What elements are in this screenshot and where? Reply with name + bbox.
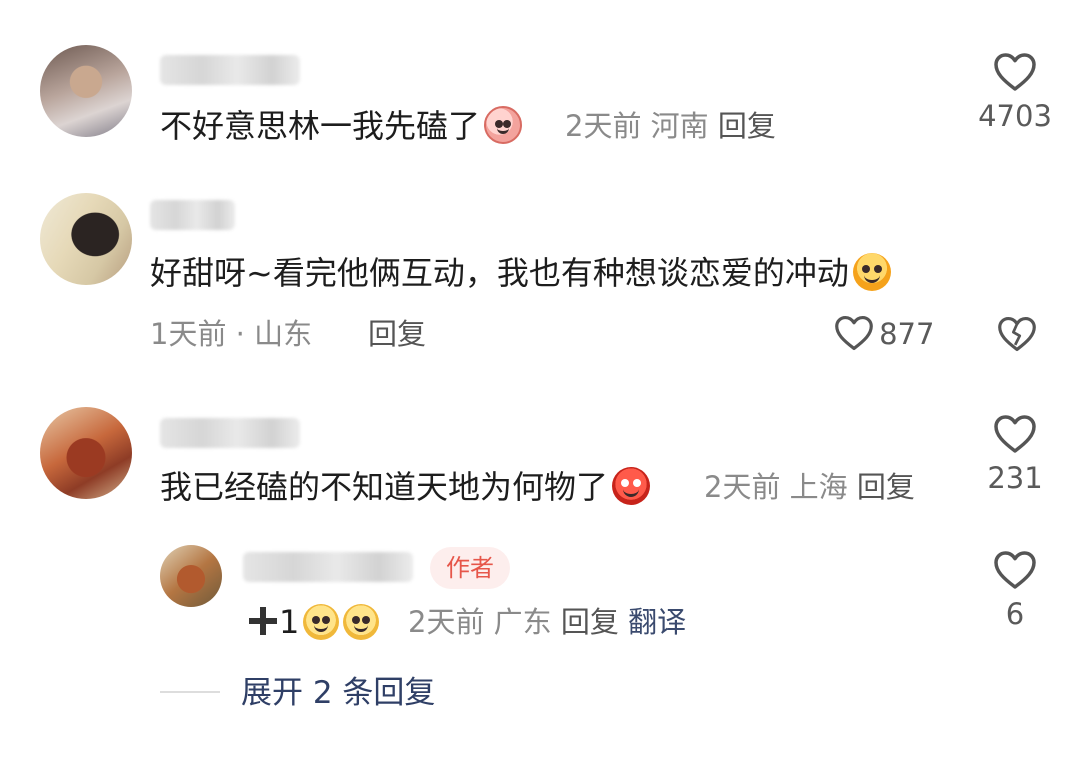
like-count: 6 bbox=[1005, 597, 1025, 631]
sunglasses-emoji-icon bbox=[303, 604, 340, 640]
comment-time: 2天前 bbox=[565, 109, 642, 143]
like-count: 231 bbox=[987, 461, 1043, 495]
comment-location: 上海 bbox=[789, 470, 848, 504]
heart-icon[interactable] bbox=[834, 314, 874, 352]
peach-shy-emoji-icon bbox=[484, 106, 523, 144]
reply-button[interactable]: 回复 bbox=[718, 109, 776, 143]
comment-3-text: 我已经磕的不知道天地为何物了 bbox=[160, 468, 609, 506]
username-blurred[interactable] bbox=[160, 418, 300, 448]
username-blurred[interactable] bbox=[160, 55, 300, 85]
laughing-emoji-icon bbox=[852, 253, 891, 291]
heart-icon[interactable] bbox=[993, 52, 1037, 92]
comment-meta: 2天前 上海 回复 bbox=[704, 469, 915, 505]
divider bbox=[160, 691, 220, 693]
like-button[interactable]: 6 bbox=[965, 550, 1065, 632]
comment-meta: 2天前 河南 回复 bbox=[565, 108, 776, 144]
avatar[interactable] bbox=[160, 545, 222, 607]
author-badge: 作者 bbox=[430, 547, 510, 589]
like-button[interactable]: 877 bbox=[834, 314, 934, 356]
avatar[interactable] bbox=[40, 407, 132, 499]
reply-text: 1 bbox=[247, 602, 380, 642]
reply-button[interactable]: 回复 bbox=[561, 605, 619, 639]
reply-meta: 2天前 广东 回复 翻译 bbox=[408, 604, 686, 640]
like-button[interactable]: 4703 bbox=[965, 52, 1065, 134]
heart-icon[interactable] bbox=[993, 414, 1037, 454]
plus-icon bbox=[249, 607, 277, 635]
reply-location: 广东 bbox=[493, 605, 552, 639]
avatar[interactable] bbox=[40, 45, 132, 137]
reply-number: 1 bbox=[279, 603, 300, 641]
expand-replies-link[interactable]: 展开 2 条回复 bbox=[241, 673, 435, 713]
avatar[interactable] bbox=[40, 193, 132, 285]
comment-meta: 1天前 · 山东 bbox=[150, 316, 312, 352]
like-button[interactable]: 231 bbox=[965, 414, 1065, 496]
heart-icon[interactable] bbox=[993, 550, 1037, 590]
comment-text: 不好意思林一我先磕了 bbox=[160, 106, 523, 146]
comment-2-text: 好甜呀~看完他俩互动，我也有种想谈恋爱的冲动 bbox=[150, 254, 849, 292]
comment-location: 河南 bbox=[650, 109, 709, 143]
translate-button[interactable]: 翻译 bbox=[628, 605, 686, 639]
reply-button[interactable]: 回复 bbox=[857, 470, 915, 504]
angry-devil-emoji-icon bbox=[612, 467, 651, 505]
like-count: 877 bbox=[879, 317, 935, 351]
comment-time: 2天前 bbox=[704, 470, 781, 504]
comment-time-location: 1天前 · 山东 bbox=[150, 317, 313, 351]
username-blurred[interactable] bbox=[243, 552, 413, 582]
reply-button[interactable]: 回复 bbox=[368, 317, 426, 351]
comment-text: 好甜呀~看完他俩互动，我也有种想谈恋爱的冲动 bbox=[150, 253, 891, 293]
sunglasses-emoji-icon bbox=[343, 604, 380, 640]
like-count: 4703 bbox=[978, 99, 1052, 133]
username-blurred[interactable] bbox=[150, 200, 235, 230]
comment-meta: 回复 bbox=[368, 316, 426, 352]
comment-1-text: 不好意思林一我先磕了 bbox=[160, 107, 481, 145]
reply-time: 2天前 bbox=[408, 605, 485, 639]
comment-text: 我已经磕的不知道天地为何物了 bbox=[160, 467, 651, 507]
dislike-broken-heart-icon[interactable] bbox=[997, 315, 1037, 353]
